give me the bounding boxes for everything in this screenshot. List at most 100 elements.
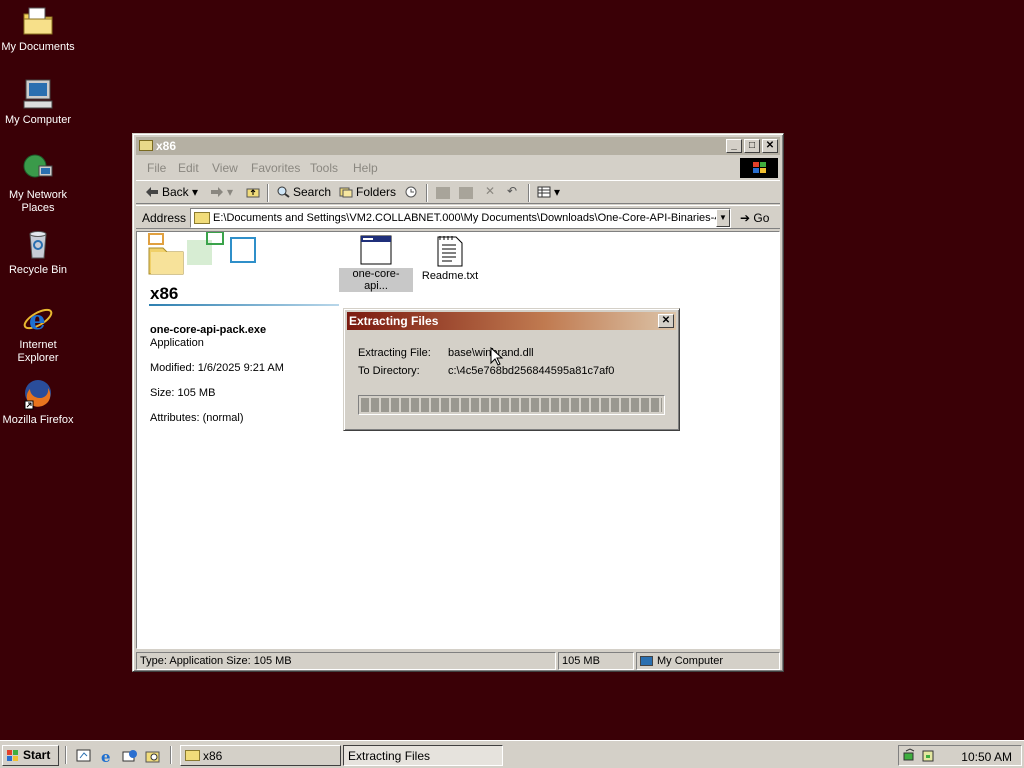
progress-fill bbox=[361, 398, 662, 412]
views-button[interactable]: ▾ bbox=[537, 185, 560, 199]
my-computer-icon bbox=[21, 77, 55, 111]
volume-tray-icon[interactable] bbox=[921, 748, 937, 767]
taskbar: Start e x86 Extracting Files 10:50 AM bbox=[0, 740, 1024, 768]
up-folder-button[interactable] bbox=[246, 185, 263, 199]
desktop-icon-label: Internet Explorer bbox=[17, 339, 59, 364]
start-button[interactable]: Start bbox=[2, 745, 59, 766]
desktop-icon-my-computer[interactable]: My Computer bbox=[0, 77, 76, 127]
task-label: Extracting Files bbox=[348, 749, 431, 763]
to-directory-label: To Directory: bbox=[358, 365, 420, 377]
task-button-x86[interactable]: x86 bbox=[180, 745, 341, 766]
desktop-icon-label: My Network Places bbox=[8, 189, 68, 214]
standard-toolbar: Back ▾ ▾ Search Folders ✕ ↶ ▾ bbox=[136, 180, 780, 204]
move-to-icon[interactable] bbox=[436, 187, 450, 199]
history-icon bbox=[404, 186, 418, 198]
desktop-icon-my-documents[interactable]: My Documents bbox=[0, 4, 76, 54]
internet-explorer-icon[interactable]: e bbox=[99, 748, 115, 766]
go-button[interactable]: ➔ Go bbox=[740, 211, 769, 225]
search-button[interactable]: Search bbox=[276, 185, 331, 199]
internet-explorer-icon: e bbox=[21, 302, 55, 336]
dialog-title: Extracting Files bbox=[349, 314, 439, 328]
desktop-icon-firefox[interactable]: Mozilla Firefox bbox=[0, 377, 76, 427]
text-file-icon bbox=[437, 235, 463, 267]
to-directory-value: c:\4c5e768bd256844595a81c7af0 bbox=[448, 365, 615, 377]
up-folder-icon bbox=[246, 186, 260, 198]
menu-bar: File Edit View Favorites Tools Help bbox=[136, 157, 780, 179]
file-item-readme[interactable]: Readme.txt bbox=[417, 235, 483, 282]
file-label: one-core-api... bbox=[339, 268, 413, 292]
folder-content[interactable]: x86 one-core-api-pack.exe Application Mo… bbox=[136, 231, 780, 649]
copy-to-icon[interactable] bbox=[459, 187, 473, 199]
go-arrow-icon: ➔ bbox=[740, 211, 751, 225]
explorer-icon[interactable] bbox=[145, 748, 161, 764]
back-arrow-icon bbox=[145, 186, 159, 198]
windows-logo-icon bbox=[740, 158, 778, 178]
status-zone: My Computer bbox=[636, 652, 780, 670]
folder-title: x86 bbox=[150, 284, 179, 303]
minimize-button[interactable]: _ bbox=[726, 139, 742, 153]
application-icon bbox=[360, 235, 392, 265]
menu-file[interactable]: File bbox=[147, 161, 166, 175]
maximize-button[interactable]: □ bbox=[744, 139, 760, 153]
file-label: Readme.txt bbox=[421, 270, 479, 282]
folders-label: Folders bbox=[356, 185, 397, 199]
selected-file-attributes: Attributes: (normal) bbox=[150, 412, 244, 424]
menu-favorites[interactable]: Favorites bbox=[251, 161, 300, 175]
menu-tools[interactable]: Tools bbox=[310, 161, 338, 175]
desktop-icon-network-places[interactable]: My Network Places bbox=[0, 152, 76, 215]
folder-banner-icon bbox=[148, 232, 256, 275]
svg-text:e: e bbox=[101, 748, 111, 764]
address-dropdown-button[interactable]: ▼ bbox=[716, 209, 730, 227]
forward-button[interactable]: ▾ bbox=[210, 185, 233, 199]
network-tray-icon[interactable] bbox=[903, 748, 919, 767]
address-bar: Address E:\Documents and Settings\VM2.CO… bbox=[136, 205, 780, 229]
extracting-file-label: Extracting File: bbox=[358, 347, 431, 359]
banner-rule bbox=[149, 304, 339, 306]
back-button[interactable]: Back ▾ bbox=[145, 185, 198, 199]
address-input[interactable]: E:\Documents and Settings\VM2.COLLABNET.… bbox=[190, 208, 731, 228]
close-button[interactable]: ✕ bbox=[762, 139, 778, 153]
search-label: Search bbox=[293, 185, 332, 199]
recycle-bin-icon bbox=[21, 227, 55, 261]
desktop-icon-label: My Computer bbox=[4, 114, 72, 126]
forward-arrow-icon bbox=[210, 186, 224, 198]
firefox-icon bbox=[21, 377, 55, 411]
search-icon bbox=[276, 186, 290, 198]
status-zone-label: My Computer bbox=[657, 655, 724, 667]
task-label: x86 bbox=[203, 749, 223, 763]
show-desktop-icon[interactable] bbox=[76, 748, 92, 764]
status-info: Type: Application Size: 105 MB bbox=[136, 652, 556, 670]
dialog-close-button[interactable]: ✕ bbox=[658, 314, 674, 328]
desktop-icon-recycle-bin[interactable]: Recycle Bin bbox=[0, 227, 76, 277]
history-button[interactable] bbox=[404, 185, 421, 199]
delete-button[interactable]: ✕ bbox=[485, 184, 495, 198]
menu-edit[interactable]: Edit bbox=[178, 161, 199, 175]
folders-button[interactable]: Folders bbox=[339, 185, 396, 199]
outlook-express-icon[interactable] bbox=[122, 748, 138, 764]
desktop-icon-label: Recycle Bin bbox=[8, 264, 68, 276]
my-computer-icon bbox=[640, 656, 653, 666]
system-tray: 10:50 AM bbox=[898, 745, 1022, 766]
network-places-icon bbox=[21, 152, 55, 186]
menu-view[interactable]: View bbox=[212, 161, 238, 175]
status-size: 105 MB bbox=[558, 652, 634, 670]
mouse-cursor-icon bbox=[490, 347, 504, 366]
desktop-icon-label: Mozilla Firefox bbox=[2, 414, 74, 426]
window-titlebar[interactable]: x86 _ □ ✕ bbox=[136, 137, 780, 155]
desktop-icon-internet-explorer[interactable]: e Internet Explorer bbox=[0, 302, 76, 365]
file-item-application[interactable]: one-core-api... bbox=[339, 235, 413, 292]
my-documents-icon bbox=[21, 4, 55, 38]
address-text: E:\Documents and Settings\VM2.COLLABNET.… bbox=[213, 212, 718, 224]
status-bar: Type: Application Size: 105 MB 105 MB My… bbox=[136, 651, 780, 670]
undo-button[interactable]: ↶ bbox=[507, 184, 517, 198]
task-button-extracting-files[interactable]: Extracting Files bbox=[343, 745, 503, 766]
dialog-titlebar[interactable]: Extracting Files ✕ bbox=[347, 312, 676, 330]
extraction-progress-bar bbox=[358, 395, 665, 415]
menu-help[interactable]: Help bbox=[353, 161, 378, 175]
start-label: Start bbox=[23, 748, 51, 762]
extracting-files-dialog[interactable]: Extracting Files ✕ Extracting File: base… bbox=[343, 308, 680, 431]
svg-text:e: e bbox=[29, 306, 46, 336]
folder-icon bbox=[185, 750, 200, 761]
window-title: x86 bbox=[156, 139, 177, 153]
folder-icon bbox=[194, 212, 210, 224]
